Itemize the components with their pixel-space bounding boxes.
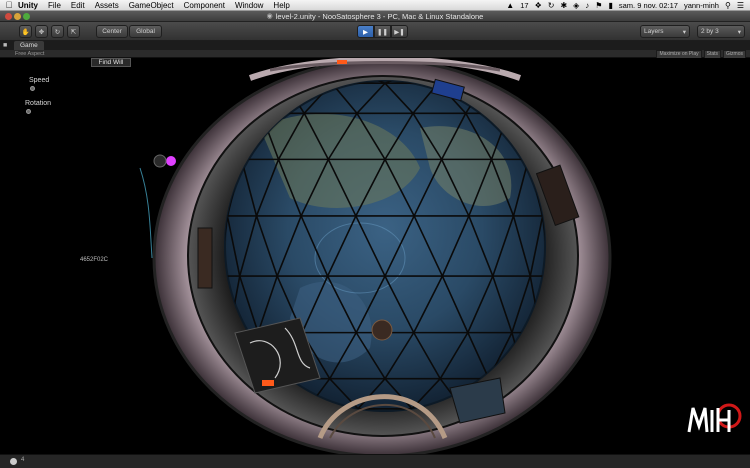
game-panel-header: ■ Game [0, 41, 750, 50]
game-view-icon: ■ [3, 42, 8, 49]
game-panel-subbar: Free Aspect Maximize on Play Stats Gizmo… [0, 50, 750, 59]
rotation-slider[interactable] [26, 109, 31, 114]
speed-slider[interactable] [30, 86, 35, 91]
menu-help[interactable]: Help [273, 1, 289, 10]
grid-strut [529, 408, 542, 411]
layers-label: Layers [644, 28, 664, 35]
speed-label: Speed [29, 77, 50, 84]
left-panel [197, 227, 213, 289]
menu-edit[interactable]: Edit [71, 1, 85, 10]
unity-document-icon: ◉ [266, 13, 273, 20]
close-window-button[interactable] [5, 13, 12, 20]
rotation-label: Rotation [25, 100, 52, 107]
dropbox-icon[interactable]: ❖ [535, 1, 542, 10]
user-name[interactable]: yann-minh [684, 1, 719, 10]
chevron-down-icon: ▾ [682, 28, 686, 36]
minh-logo-icon [687, 403, 742, 433]
flag-icon[interactable]: ⚑ [595, 1, 602, 10]
zoom-window-button[interactable] [23, 13, 30, 20]
toolbar: ✋ ✥ ↻ ⇱ Center Global ▶ ❚❚ ▶❚ Layers ▾ 2… [0, 22, 750, 41]
rotate-tool-icon[interactable]: ↻ [51, 25, 64, 38]
layout-label: 2 by 3 [701, 28, 719, 35]
volume-icon[interactable]: ♪ [585, 1, 589, 10]
grid-strut [529, 408, 542, 411]
menu-assets[interactable]: Assets [95, 1, 119, 10]
menu-component[interactable]: Component [184, 1, 225, 10]
grid-strut [536, 83, 539, 114]
scale-tool-icon[interactable]: ⇱ [67, 25, 80, 38]
grid-strut [523, 81, 539, 84]
hand-tool-icon[interactable]: ✋ [19, 25, 32, 38]
menu-tray: ▲ 17 ❖ ↻ ✱ ◈ ♪ ⚑ ▮ sam. 9 nov. 02:17 yan… [506, 1, 750, 10]
pivot-global-button[interactable]: Global [129, 25, 162, 38]
battery-icon[interactable]: ▮ [608, 1, 612, 10]
layout-dropdown[interactable]: 2 by 3 ▾ [697, 25, 745, 38]
aspect-dropdown[interactable]: Free Aspect [15, 50, 44, 58]
pivot-center-button[interactable]: Center [96, 25, 128, 38]
center-label: Center [102, 28, 122, 35]
window-title-bar: ◉ level-2.unity - NooSatosphere 3 - PC, … [0, 11, 750, 22]
chevron-down-icon: ▾ [737, 28, 741, 36]
grid-strut [537, 82, 545, 114]
menu-gameobject[interactable]: GameObject [129, 1, 174, 10]
menu-window[interactable]: Window [235, 1, 263, 10]
grid-strut [531, 81, 539, 84]
wifi-icon[interactable]: ◈ [573, 1, 579, 10]
center-device [371, 319, 393, 341]
grid-strut [529, 408, 532, 411]
grid-strut [518, 81, 525, 84]
menu-file[interactable]: File [48, 1, 61, 10]
glow-orb [166, 156, 176, 166]
global-label: Global [136, 28, 155, 35]
menu-bar:  Unity File Edit Assets GameObject Comp… [0, 0, 750, 11]
pause-icon[interactable]: ❚❚ [374, 25, 391, 38]
play-icon[interactable]: ▶ [357, 25, 374, 38]
game-scene [139, 58, 612, 454]
grid-strut [537, 82, 545, 114]
minimize-window-button[interactable] [14, 13, 21, 20]
tab-game[interactable]: Game [14, 41, 44, 50]
grid-strut [245, 81, 252, 84]
spotlight-icon[interactable]: ⚲ [725, 1, 731, 10]
grid-strut [531, 81, 539, 84]
window-title: level-2.unity - NooSatosphere 3 - PC, Ma… [275, 11, 484, 21]
grid-strut [231, 81, 247, 84]
apple-icon[interactable]:  [0, 0, 18, 10]
bluetooth-icon[interactable]: ✱ [560, 1, 567, 10]
move-tool-icon[interactable]: ✥ [35, 25, 48, 38]
clock[interactable]: sam. 9 nov. 02:17 [619, 1, 678, 10]
console-info-icon[interactable] [10, 458, 17, 465]
step-icon[interactable]: ▶❚ [391, 25, 408, 38]
layers-dropdown[interactable]: Layers ▾ [640, 25, 690, 38]
menu-app-unity[interactable]: Unity [18, 1, 38, 10]
find-will-button[interactable]: Find Will [91, 58, 131, 67]
timemachine-icon[interactable]: ↻ [548, 1, 555, 10]
tray-count: 17 [520, 0, 529, 10]
hex-id-label: 4652F02C [80, 257, 109, 263]
playback-controls: ▶ ❚❚ ▶❚ [357, 25, 408, 38]
status-text: 4 [21, 457, 25, 463]
status-bar: 4 [0, 454, 750, 468]
grid-strut [231, 81, 239, 84]
game-viewport[interactable]: Find Will Speed Rotation 4652F02C [0, 58, 750, 454]
notification-icon[interactable]: ☰ [737, 1, 744, 10]
adobe-icon[interactable]: ▲ [506, 1, 514, 10]
